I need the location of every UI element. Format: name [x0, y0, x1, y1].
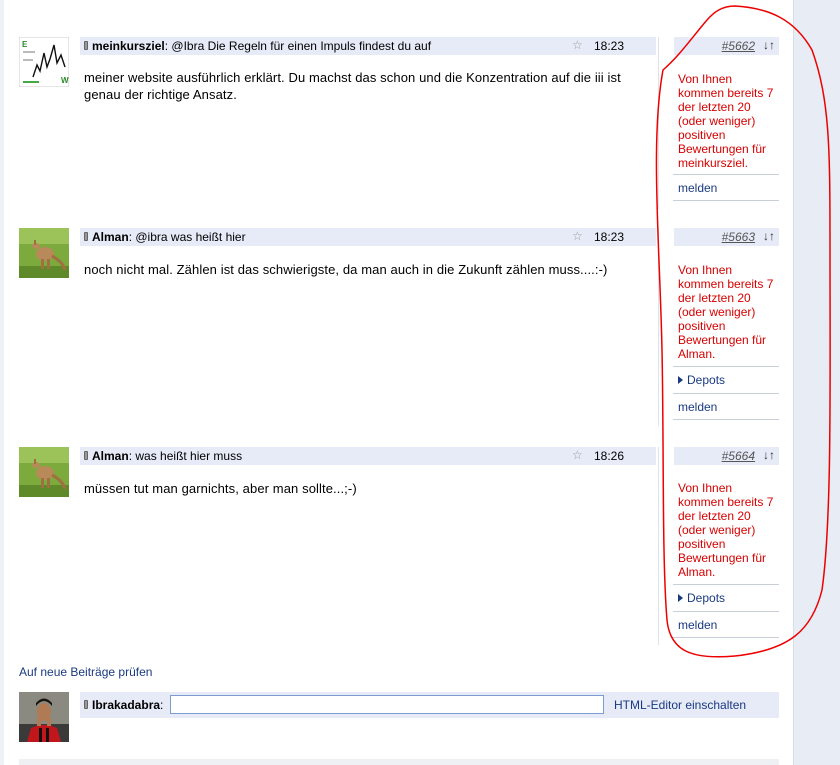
mobile-icon [84, 700, 88, 709]
divider [673, 393, 779, 394]
star-icon[interactable]: ☆ [572, 38, 583, 52]
mobile-icon [84, 232, 88, 241]
sort-arrows-icon[interactable]: ↓↑ [763, 38, 775, 52]
depots-label: Depots [687, 591, 726, 605]
svg-text:W: W [61, 76, 69, 85]
left-gutter [0, 0, 4, 765]
divider [673, 366, 779, 367]
star-icon[interactable]: ☆ [572, 229, 583, 243]
depots-label: Depots [687, 373, 726, 387]
reply-user-separator: : [160, 698, 164, 712]
rating-note: Von Ihnen kommen bereits 7 der letzten 2… [678, 263, 774, 361]
html-editor-link[interactable]: HTML-Editor einschalten [614, 698, 746, 712]
author-name[interactable]: meinkursziel [92, 39, 165, 53]
post-body: meiner website ausführlich erklärt. Du m… [84, 70, 621, 102]
depots-link[interactable]: Depots [678, 373, 779, 387]
triangle-right-icon [678, 376, 683, 384]
divider [673, 419, 779, 420]
sort-arrows-icon[interactable]: ↓↑ [763, 229, 775, 243]
author-name[interactable]: Alman [92, 230, 129, 244]
post-number-bar: #5663 ↓↑ [674, 228, 779, 246]
bottom-strip [19, 759, 779, 765]
star-icon[interactable]: ☆ [572, 448, 583, 462]
author-name[interactable]: Alman [92, 449, 129, 463]
post-time: 18:23 [594, 230, 625, 244]
check-new-posts-link[interactable]: Auf neue Beiträge prüfen [19, 665, 152, 679]
depots-link[interactable]: Depots [678, 591, 779, 605]
divider [673, 637, 779, 638]
rating-note: Von Ihnen kommen bereits 7 der letzten 2… [678, 72, 774, 170]
report-link[interactable]: melden [678, 181, 779, 195]
column-divider [658, 447, 659, 645]
reply-user-name: Ibrakadabra [92, 698, 161, 712]
post-subject: was heißt hier muss [135, 449, 243, 463]
post-number-link[interactable]: #5664 [722, 449, 755, 463]
divider [673, 174, 779, 175]
divider [673, 200, 779, 201]
post-number-link[interactable]: #5662 [722, 39, 755, 53]
mobile-icon [84, 451, 88, 460]
soccer-player-avatar-icon[interactable] [19, 692, 69, 742]
kangaroo-avatar-icon[interactable] [19, 447, 69, 497]
post-number-link[interactable]: #5663 [722, 230, 755, 244]
post-body: müssen tut man garnichts, aber man sollt… [84, 481, 357, 496]
column-divider [658, 37, 659, 209]
author-separator: : [128, 230, 133, 244]
post-header: meinkursziel: @Ibra Die Regeln für einen… [80, 37, 656, 55]
post-subject: @Ibra Die Regeln für einen Impuls findes… [171, 39, 432, 53]
post-header: Alman: was heißt hier muss ☆ 18:26 [80, 447, 656, 465]
mobile-icon [84, 41, 88, 50]
post-body: noch nicht mal. Zählen ist das schwierig… [84, 262, 608, 277]
post-header: Alman: @ibra was heißt hier ☆ 18:23 [80, 228, 656, 246]
triangle-right-icon [678, 594, 683, 602]
svg-text:E: E [22, 40, 28, 49]
right-sidebar-background [794, 0, 840, 765]
divider [673, 611, 779, 612]
kangaroo-avatar-icon[interactable] [19, 228, 69, 278]
post-number-bar: #5662 ↓↑ [674, 37, 779, 55]
post-number-bar: #5664 ↓↑ [674, 447, 779, 465]
chart-avatar-icon[interactable]: E W [19, 37, 69, 87]
post-time: 18:23 [594, 39, 625, 53]
sort-arrows-icon[interactable]: ↓↑ [763, 448, 775, 462]
divider [673, 584, 779, 585]
column-divider [658, 228, 659, 426]
post-subject: @ibra was heißt hier [135, 230, 246, 244]
reply-bar: Ibrakadabra: HTML-Editor einschalten [80, 692, 779, 718]
reply-input[interactable] [170, 695, 604, 714]
author-separator: : [128, 449, 133, 463]
report-link[interactable]: melden [678, 400, 779, 414]
rating-note: Von Ihnen kommen bereits 7 der letzten 2… [678, 481, 774, 579]
report-link[interactable]: melden [678, 618, 779, 632]
post-time: 18:26 [594, 449, 625, 463]
author-separator: : [164, 39, 169, 53]
